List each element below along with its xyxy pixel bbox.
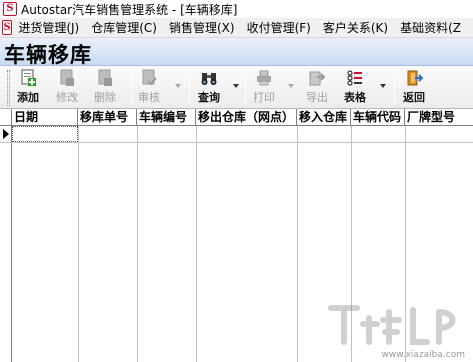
print-dropdown-arrow-icon[interactable]: [288, 84, 294, 88]
column-header-from-warehouse[interactable]: 移出仓库（网点）: [196, 109, 297, 126]
mdi-child-logo-icon[interactable]: S: [2, 20, 13, 35]
menu-sales[interactable]: 销售管理(X): [169, 19, 235, 36]
current-row-arrow-icon: [3, 129, 9, 139]
query-button[interactable]: 查询: [198, 69, 220, 107]
menu-purchase[interactable]: 进货管理(J): [18, 19, 79, 36]
grid-header: 日期 移库单号 车辆编号 移出仓库（网点） 移入仓库 车辆代码 厂牌型号: [0, 109, 473, 126]
edit-button[interactable]: 修改: [56, 69, 78, 107]
binoculars-icon: [200, 69, 218, 87]
print-button[interactable]: 打印: [253, 69, 275, 107]
delete-label: 删除: [94, 91, 116, 104]
page-header: 车辆移库: [0, 38, 473, 67]
watermark-url: www.xiazaiba.com: [381, 350, 465, 360]
query-dropdown-arrow-icon[interactable]: [233, 84, 239, 88]
add-label: 添加: [17, 91, 39, 104]
grid-column-divider: [297, 126, 298, 362]
exit-door-icon: [405, 69, 423, 87]
column-header-brand-model[interactable]: 厂牌型号: [405, 109, 473, 126]
export-button[interactable]: 导出: [306, 69, 328, 107]
menu-bar: S 进货管理(J) 仓库管理(C) 销售管理(X) 收付管理(F) 客户关系(K…: [0, 18, 473, 38]
grid-column-divider: [78, 126, 79, 362]
audit-document-icon: [140, 69, 158, 87]
grid-column-divider: [137, 126, 138, 362]
menu-payments[interactable]: 收付管理(F): [247, 19, 311, 36]
column-header-to-warehouse[interactable]: 移入仓库: [297, 109, 351, 126]
focused-cell[interactable]: [12, 126, 78, 142]
query-label: 查询: [198, 91, 220, 104]
row-indicator-column: [0, 126, 12, 362]
toolbar-separator: [245, 71, 246, 103]
edit-document-icon: [58, 69, 76, 87]
grid-row-divider: [0, 142, 473, 143]
toolbar-grip[interactable]: [7, 70, 10, 106]
print-label: 打印: [253, 91, 275, 104]
export-icon: [308, 69, 326, 87]
toolbar-separator: [189, 71, 190, 103]
add-document-icon: [19, 69, 37, 87]
menu-basic-data[interactable]: 基础资料(Z: [400, 19, 461, 36]
column-header-vehicle-no[interactable]: 车辆编号: [137, 109, 196, 126]
delete-button[interactable]: 删除: [94, 69, 116, 107]
toolbar-separator: [394, 71, 395, 103]
back-button[interactable]: 返回: [403, 69, 425, 107]
grid-column-divider: [196, 126, 197, 362]
data-grid[interactable]: 日期 移库单号 车辆编号 移出仓库（网点） 移入仓库 车辆代码 厂牌型号 www…: [0, 109, 473, 362]
toolbar-separator: [131, 71, 132, 103]
menu-warehouse[interactable]: 仓库管理(C): [91, 19, 157, 36]
edit-label: 修改: [56, 91, 78, 104]
delete-document-icon: [96, 69, 114, 87]
watermark-logo-icon: [328, 305, 456, 345]
table-label: 表格: [344, 91, 366, 104]
export-label: 导出: [306, 91, 328, 104]
audit-label: 审核: [138, 91, 160, 104]
menu-customers[interactable]: 客户关系(K): [323, 19, 388, 36]
column-header-transfer-no[interactable]: 移库单号: [78, 109, 137, 126]
toolbar: 添加 修改 删除 审核 查询 打印 导出 表格 返回: [0, 66, 473, 109]
column-header-vehicle-code[interactable]: 车辆代码: [351, 109, 405, 126]
back-label: 返回: [403, 91, 425, 104]
column-header-date[interactable]: 日期: [12, 109, 78, 126]
app-logo-icon: S: [3, 2, 17, 16]
table-dropdown-arrow-icon[interactable]: [380, 84, 386, 88]
add-button[interactable]: 添加: [17, 69, 39, 107]
window-title: Autostar汽车销售管理系统 - [车辆移库]: [21, 2, 238, 17]
audit-button[interactable]: 审核: [138, 69, 160, 107]
table-button[interactable]: 表格: [344, 69, 366, 107]
table-columns-icon: [346, 69, 364, 87]
audit-dropdown-arrow-icon[interactable]: [175, 84, 181, 88]
printer-icon: [255, 69, 273, 87]
grid-header-corner: [0, 109, 12, 126]
window-title-bar: S Autostar汽车销售管理系统 - [车辆移库]: [0, 0, 473, 18]
page-title: 车辆移库: [4, 43, 92, 67]
